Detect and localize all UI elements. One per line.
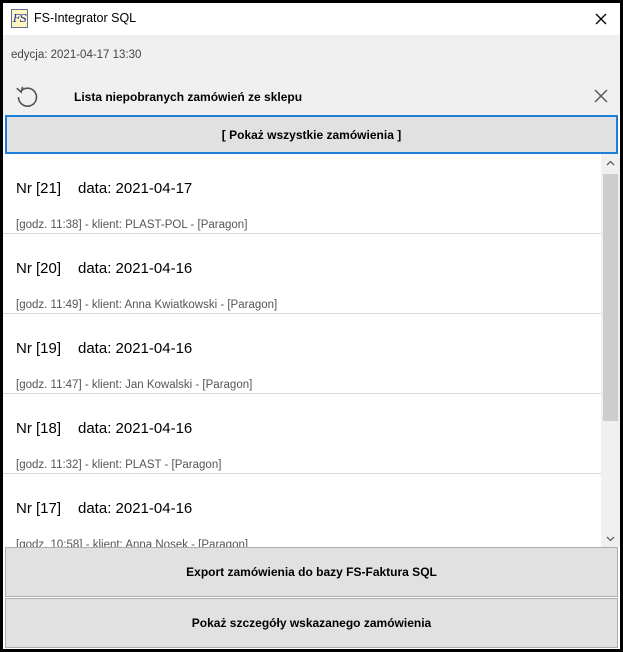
list-item[interactable]: Nr [19] data: 2021-04-16 [godz. 11:47] -… [3, 314, 601, 394]
order-number: Nr [21] [16, 180, 62, 197]
chevron-up-icon [606, 160, 615, 165]
close-window-button[interactable] [590, 8, 612, 30]
order-date: data: 2021-04-16 [78, 420, 193, 437]
close-icon [594, 89, 608, 103]
list-item[interactable]: Nr [20] data: 2021-04-16 [godz. 11:49] -… [3, 234, 601, 314]
orders-list: Nr [21] data: 2021-04-17 [godz. 11:38] -… [3, 154, 620, 547]
list-header: Lista niepobranych zamówień ze sklepu [3, 75, 620, 115]
list-item[interactable]: Nr [18] data: 2021-04-16 [godz. 11:32] -… [3, 394, 601, 474]
order-number: Nr [18] [16, 420, 62, 437]
edition-bar: edycja: 2021-04-17 13:30 [3, 35, 620, 75]
close-icon [595, 13, 607, 25]
order-details: [godz. 11:47] - klient: Jan Kowalski - [… [16, 379, 253, 391]
show-all-orders-button[interactable]: [ Pokaż wszystkie zamówienia ] [5, 115, 618, 154]
scroll-down-button[interactable] [601, 530, 620, 547]
list-title: Lista niepobranych zamówień ze sklepu [74, 90, 303, 104]
chevron-down-icon [606, 536, 615, 541]
fs-logo-icon: FS [11, 9, 28, 28]
title-bar: FS FS-Integrator SQL [3, 3, 620, 35]
order-number: Nr [20] [16, 260, 62, 277]
order-number: Nr [17] [16, 500, 62, 517]
scroll-thumb[interactable] [603, 174, 618, 421]
order-number: Nr [19] [16, 340, 62, 357]
order-date: data: 2021-04-16 [78, 340, 193, 357]
order-details: [godz. 11:38] - klient: PLAST-POL - [Par… [16, 219, 248, 231]
order-details: [godz. 11:32] - klient: PLAST - [Paragon… [16, 459, 222, 471]
scroll-up-button[interactable] [601, 154, 620, 171]
list-item[interactable]: Nr [21] data: 2021-04-17 [godz. 11:38] -… [3, 154, 601, 234]
order-date: data: 2021-04-16 [78, 500, 193, 517]
refresh-button[interactable] [13, 82, 41, 110]
export-order-button[interactable]: Export zamówienia do bazy FS-Faktura SQL [5, 547, 618, 597]
vertical-scrollbar[interactable] [601, 154, 620, 547]
show-order-details-button[interactable]: Pokaż szczegóły wskazanego zamówienia [5, 598, 618, 648]
order-details: [godz. 11:49] - klient: Anna Kwiatkowski… [16, 299, 278, 311]
order-date: data: 2021-04-17 [78, 180, 193, 197]
app-window: FS FS-Integrator SQL edycja: 2021-04-17 … [3, 3, 620, 649]
edition-text: edycja: 2021-04-17 13:30 [11, 49, 142, 61]
list-item[interactable]: Nr [17] data: 2021-04-16 [godz. 10:58] -… [3, 474, 601, 547]
order-details: [godz. 10:58] - klient: Anna Nosek - [Pa… [16, 539, 249, 547]
orders-list-items: Nr [21] data: 2021-04-17 [godz. 11:38] -… [3, 154, 601, 547]
window-title: FS-Integrator SQL [34, 11, 137, 25]
order-date: data: 2021-04-16 [78, 260, 193, 277]
close-list-button[interactable] [590, 85, 612, 107]
refresh-icon [16, 86, 38, 107]
